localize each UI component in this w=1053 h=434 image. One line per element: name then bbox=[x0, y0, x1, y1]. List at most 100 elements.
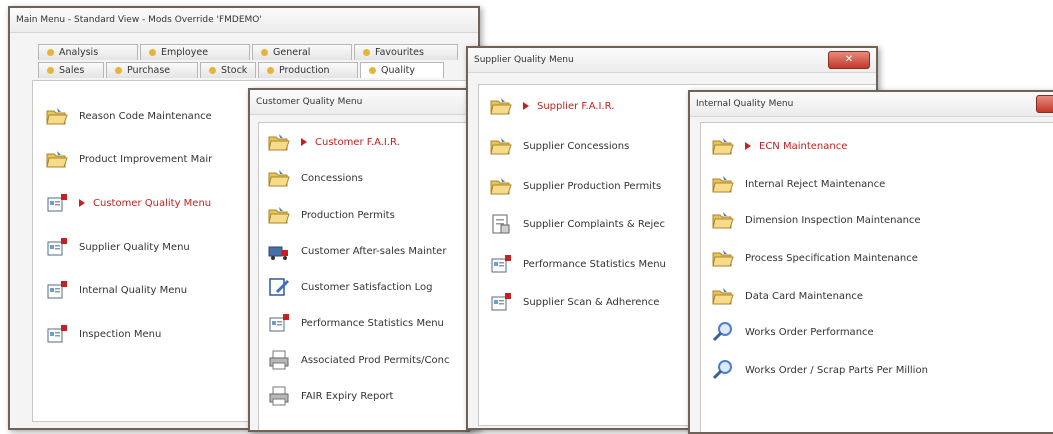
tab-analysis[interactable]: Analysis bbox=[38, 44, 138, 60]
item-label: Supplier Scan & Adherence bbox=[523, 296, 660, 308]
main-menu-title: Main Menu - Standard View - Mods Overrid… bbox=[10, 8, 478, 33]
item-label: Supplier Production Permits bbox=[523, 180, 662, 192]
tab-purchase[interactable]: Purchase bbox=[106, 62, 198, 78]
folder-icon bbox=[489, 135, 513, 157]
selection-arrow-icon bbox=[301, 138, 307, 146]
item-label: Performance Statistics Menu bbox=[523, 258, 666, 270]
printer-icon bbox=[267, 349, 291, 371]
analysis-icon bbox=[47, 49, 54, 56]
item-label: FAIR Expiry Report bbox=[301, 390, 394, 402]
menu-item-works-order-performance[interactable]: Works Order Performance bbox=[711, 321, 874, 343]
tab-label: Sales bbox=[59, 64, 85, 76]
item-label: Internal Quality Menu bbox=[79, 284, 188, 296]
menu-item-supplier-production-permits[interactable]: Supplier Production Permits bbox=[489, 175, 661, 197]
menu-item-internal-quality-menu[interactable]: Internal Quality Menu bbox=[45, 279, 187, 301]
customer-quality-window: Customer Quality Menu Customer F.A.I.R. … bbox=[248, 88, 470, 432]
customer-quality-panel: Customer F.A.I.R. Concessions Production… bbox=[258, 122, 468, 430]
tab-label: General bbox=[273, 46, 311, 58]
menu-item-supplier-quality-menu[interactable]: Supplier Quality Menu bbox=[45, 236, 190, 258]
menu-item-fair-expiry-report[interactable]: FAIR Expiry Report bbox=[267, 385, 393, 407]
item-label: Works Order Performance bbox=[745, 326, 874, 338]
folder-icon bbox=[711, 285, 735, 307]
menu-item-supplier-concessions[interactable]: Supplier Concessions bbox=[489, 135, 629, 157]
item-label: Internal Reject Maintenance bbox=[745, 178, 886, 190]
favourites-icon bbox=[363, 49, 370, 56]
item-label: Supplier Quality Menu bbox=[79, 241, 190, 253]
folder-icon bbox=[489, 95, 513, 117]
item-label: Production Permits bbox=[301, 209, 395, 221]
selection-arrow-icon bbox=[745, 142, 751, 150]
menu-item-concessions[interactable]: Concessions bbox=[267, 167, 363, 189]
tab-row-bottom: Sales Purchase Stock Production Quality bbox=[38, 62, 446, 78]
magnifier-icon bbox=[711, 359, 735, 381]
menu-item-reason-code-maintenance[interactable]: Reason Code Maintenance bbox=[45, 105, 212, 127]
folder-icon bbox=[45, 148, 69, 170]
tab-employee[interactable]: Employee bbox=[140, 44, 250, 60]
close-button[interactable]: ✕ bbox=[1036, 95, 1053, 113]
tab-label: Employee bbox=[161, 46, 209, 58]
menu-icon bbox=[267, 312, 291, 334]
menu-item-ecn-maintenance[interactable]: ECN Maintenance bbox=[711, 135, 847, 157]
tab-general[interactable]: General bbox=[252, 44, 352, 60]
folder-icon bbox=[267, 204, 291, 226]
item-label: Customer Satisfaction Log bbox=[301, 281, 433, 293]
item-label: Dimension Inspection Maintenance bbox=[745, 214, 921, 226]
tab-sales[interactable]: Sales bbox=[38, 62, 104, 78]
menu-item-customer-satisfaction-log[interactable]: Customer Satisfaction Log bbox=[267, 276, 432, 298]
menu-item-product-improvement[interactable]: Product Improvement Mair bbox=[45, 148, 212, 170]
menu-icon bbox=[45, 236, 69, 258]
tab-label: Purchase bbox=[127, 64, 171, 76]
menu-item-customer-fair[interactable]: Customer F.A.I.R. bbox=[267, 131, 400, 153]
customer-quality-title: Customer Quality Menu bbox=[250, 90, 468, 115]
item-label: ECN Maintenance bbox=[759, 140, 848, 152]
tab-stock[interactable]: Stock bbox=[200, 62, 256, 78]
menu-item-supplier-complaints[interactable]: Supplier Complaints & Rejec bbox=[489, 213, 665, 235]
menu-icon bbox=[489, 253, 513, 275]
tab-label: Production bbox=[279, 64, 330, 76]
document-icon bbox=[489, 213, 513, 235]
supplier-quality-title: Supplier Quality Menu bbox=[468, 48, 876, 73]
menu-item-process-specification[interactable]: Process Specification Maintenance bbox=[711, 247, 918, 269]
menu-item-dimension-inspection[interactable]: Dimension Inspection Maintenance bbox=[711, 209, 921, 231]
selection-arrow-icon bbox=[79, 199, 85, 207]
item-label: Customer Quality Menu bbox=[93, 197, 212, 209]
menu-icon bbox=[45, 323, 69, 345]
menu-item-internal-reject[interactable]: Internal Reject Maintenance bbox=[711, 173, 885, 195]
folder-icon bbox=[711, 209, 735, 231]
item-label: Supplier F.A.I.R. bbox=[537, 100, 615, 112]
folder-icon bbox=[45, 105, 69, 127]
menu-item-production-permits[interactable]: Production Permits bbox=[267, 204, 395, 226]
magnifier-icon bbox=[711, 321, 735, 343]
tab-production[interactable]: Production bbox=[258, 62, 358, 78]
production-icon bbox=[267, 67, 274, 74]
item-label: Data Card Maintenance bbox=[745, 290, 864, 302]
truck-icon bbox=[267, 240, 291, 262]
menu-item-performance-statistics[interactable]: Performance Statistics Menu bbox=[489, 253, 666, 275]
menu-item-supplier-scan-adherence[interactable]: Supplier Scan & Adherence bbox=[489, 291, 659, 313]
purchase-icon bbox=[115, 67, 122, 74]
edit-icon bbox=[267, 276, 291, 298]
menu-item-customer-after-sales[interactable]: Customer After-sales Mainter bbox=[267, 240, 446, 262]
item-label: Supplier Complaints & Rejec bbox=[523, 218, 665, 230]
folder-icon bbox=[267, 131, 291, 153]
menu-icon bbox=[489, 291, 513, 313]
tab-label: Favourites bbox=[375, 46, 424, 58]
menu-item-supplier-fair[interactable]: Supplier F.A.I.R. bbox=[489, 95, 614, 117]
tab-quality[interactable]: Quality bbox=[360, 62, 444, 78]
menu-icon bbox=[45, 192, 69, 214]
item-label: Concessions bbox=[301, 172, 363, 184]
selection-arrow-icon bbox=[523, 102, 529, 110]
tab-label: Analysis bbox=[59, 46, 99, 58]
menu-item-customer-quality-menu[interactable]: Customer Quality Menu bbox=[45, 192, 211, 214]
tab-label: Stock bbox=[221, 64, 248, 76]
employee-icon bbox=[149, 49, 156, 56]
tab-favourites[interactable]: Favourites bbox=[354, 44, 458, 60]
menu-item-scrap-parts-per-million[interactable]: Works Order / Scrap Parts Per Million bbox=[711, 359, 928, 381]
menu-item-associated-prod-permits[interactable]: Associated Prod Permits/Conc bbox=[267, 349, 450, 371]
menu-item-data-card[interactable]: Data Card Maintenance bbox=[711, 285, 863, 307]
menu-item-performance-statistics[interactable]: Performance Statistics Menu bbox=[267, 312, 444, 334]
folder-icon bbox=[267, 167, 291, 189]
item-label: Process Specification Maintenance bbox=[745, 252, 918, 264]
close-button[interactable]: ✕ bbox=[828, 51, 870, 69]
menu-item-inspection-menu[interactable]: Inspection Menu bbox=[45, 323, 161, 345]
